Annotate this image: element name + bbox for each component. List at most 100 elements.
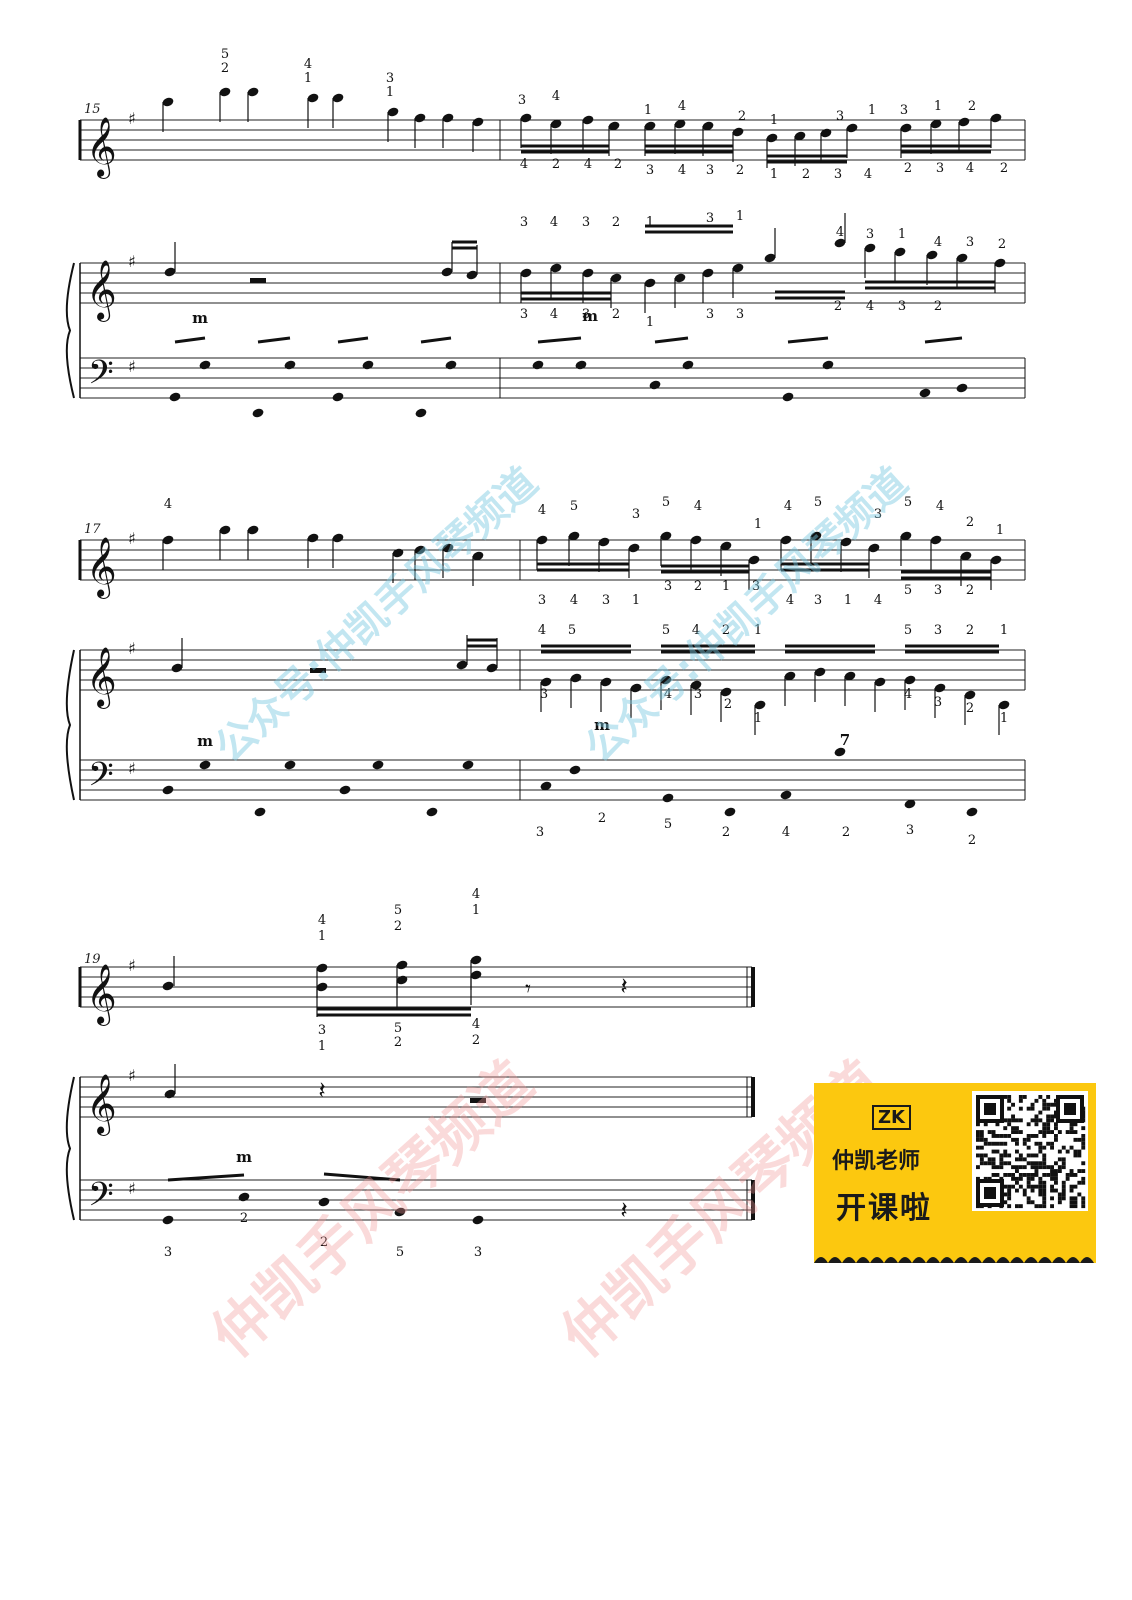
qr-module	[999, 1165, 1004, 1170]
qr-module	[1022, 1165, 1027, 1170]
qr-module	[1046, 1106, 1051, 1111]
fingering-number: 4	[550, 215, 558, 230]
qr-module	[1054, 1180, 1058, 1185]
qr-module	[1007, 1095, 1012, 1099]
note-head	[162, 1215, 174, 1225]
qr-module	[1018, 1118, 1023, 1123]
fingering-number: 3	[520, 307, 528, 322]
fingering-number: 2	[966, 515, 974, 530]
qr-module	[1015, 1180, 1019, 1185]
bass-beam	[420, 336, 452, 344]
qr-module	[1038, 1176, 1043, 1181]
qr-module	[1034, 1118, 1039, 1123]
qr-module	[1042, 1173, 1047, 1177]
fingering-number: 2	[736, 163, 744, 178]
qr-module	[1069, 1173, 1074, 1177]
fingering-number: 2	[842, 825, 850, 840]
fingering-number: 3	[936, 161, 944, 176]
banner-title: 仲凯老师	[832, 1149, 921, 1174]
qr-module	[1007, 1098, 1012, 1103]
qr-module	[1042, 1122, 1047, 1127]
qr-module	[1003, 1134, 1008, 1138]
fingering-number: 2	[722, 623, 730, 638]
final-barline-thick	[751, 967, 755, 1007]
qr-module	[1046, 1141, 1051, 1146]
qr-module	[1034, 1122, 1039, 1127]
fingering-number: 5	[396, 1245, 404, 1260]
quarter-rest: 𝄽	[620, 1196, 627, 1224]
qr-module	[1034, 1184, 1039, 1189]
qr-module	[1050, 1130, 1054, 1134]
qr-module	[1073, 1196, 1078, 1201]
fingering-number: 1	[770, 167, 778, 182]
qr-module	[1046, 1095, 1051, 1099]
fingering-number: 5	[662, 623, 670, 638]
fingering-number: 3	[934, 583, 942, 598]
sheet-music: 𝄞𝄞𝄢♯♯♯𝄞𝄞𝄢♯♯♯𝄞𝄞𝄢♯♯♯m mmm7𝄾 𝄽𝄽m𝄽52 41 313 41 42 1…	[65, 47, 1026, 1260]
bass-beam	[787, 336, 829, 344]
qr-module	[1038, 1192, 1043, 1197]
qr-module	[1018, 1098, 1023, 1103]
qr-module	[991, 1149, 996, 1154]
fingering-number: 1	[934, 99, 942, 114]
fingering-number: 1	[722, 579, 730, 594]
qr-module	[1022, 1157, 1027, 1162]
qr-module	[1007, 1184, 1012, 1189]
qr-module	[1077, 1137, 1082, 1142]
qr-module	[1018, 1184, 1023, 1189]
qr-module	[1042, 1161, 1047, 1166]
fingering-number: 3	[966, 235, 974, 250]
qr-module	[1026, 1122, 1031, 1127]
qr-module	[1030, 1184, 1035, 1189]
qr-module	[1077, 1169, 1082, 1173]
qr-module	[979, 1153, 984, 1158]
qr-module	[976, 1145, 980, 1150]
qr-module	[1081, 1204, 1086, 1209]
fingering-number: 2	[724, 697, 732, 712]
qr-module	[1042, 1145, 1047, 1150]
qr-module	[1050, 1173, 1054, 1177]
fingering-number: 1	[646, 315, 654, 330]
fingering-number: 2	[614, 157, 622, 172]
qr-module	[1003, 1153, 1008, 1158]
half-rest	[310, 668, 326, 673]
qr-module	[1081, 1161, 1086, 1166]
note-head	[662, 793, 674, 803]
fingering-number: 4	[782, 825, 790, 840]
note-head	[362, 360, 374, 370]
fingering-number: 5	[904, 495, 912, 510]
qr-module	[1022, 1192, 1027, 1197]
key-signature-sharp: ♯	[128, 1066, 136, 1085]
brand-logo: ZK	[872, 1105, 911, 1130]
qr-module	[1018, 1130, 1023, 1134]
qr-module	[1046, 1102, 1051, 1107]
finger-mark-m: m	[197, 732, 213, 750]
qr-module	[1018, 1165, 1023, 1170]
fingering-number: 5	[394, 1021, 402, 1036]
wave-decoration	[814, 1257, 1094, 1263]
qr-module	[991, 1173, 996, 1177]
qr-module	[1034, 1173, 1039, 1177]
fingering-number: 5	[568, 623, 576, 638]
final-barline-thick	[751, 1077, 755, 1117]
qr-module	[1050, 1204, 1054, 1209]
qr-module	[979, 1157, 984, 1162]
qr-module	[1042, 1153, 1047, 1158]
fingering-number: 5	[570, 499, 578, 514]
fingering-number: 2	[802, 167, 810, 182]
fingering-number: 2	[998, 237, 1006, 252]
qr-module	[1007, 1122, 1012, 1127]
qr-module	[1050, 1118, 1054, 1123]
qr-module	[1081, 1137, 1086, 1142]
qr-module	[1081, 1176, 1086, 1181]
qr-module	[1065, 1176, 1070, 1181]
qr-module	[1011, 1173, 1015, 1177]
fingering-number: 4	[318, 913, 326, 928]
key-signature-sharp: ♯	[128, 109, 136, 128]
qr-module	[1038, 1165, 1043, 1170]
qr-code[interactable]	[972, 1091, 1088, 1211]
key-signature-sharp: ♯	[128, 639, 136, 658]
qr-module	[1007, 1106, 1012, 1111]
fingering-number: 4	[164, 497, 172, 512]
treble-clef: 𝄞	[86, 117, 117, 179]
